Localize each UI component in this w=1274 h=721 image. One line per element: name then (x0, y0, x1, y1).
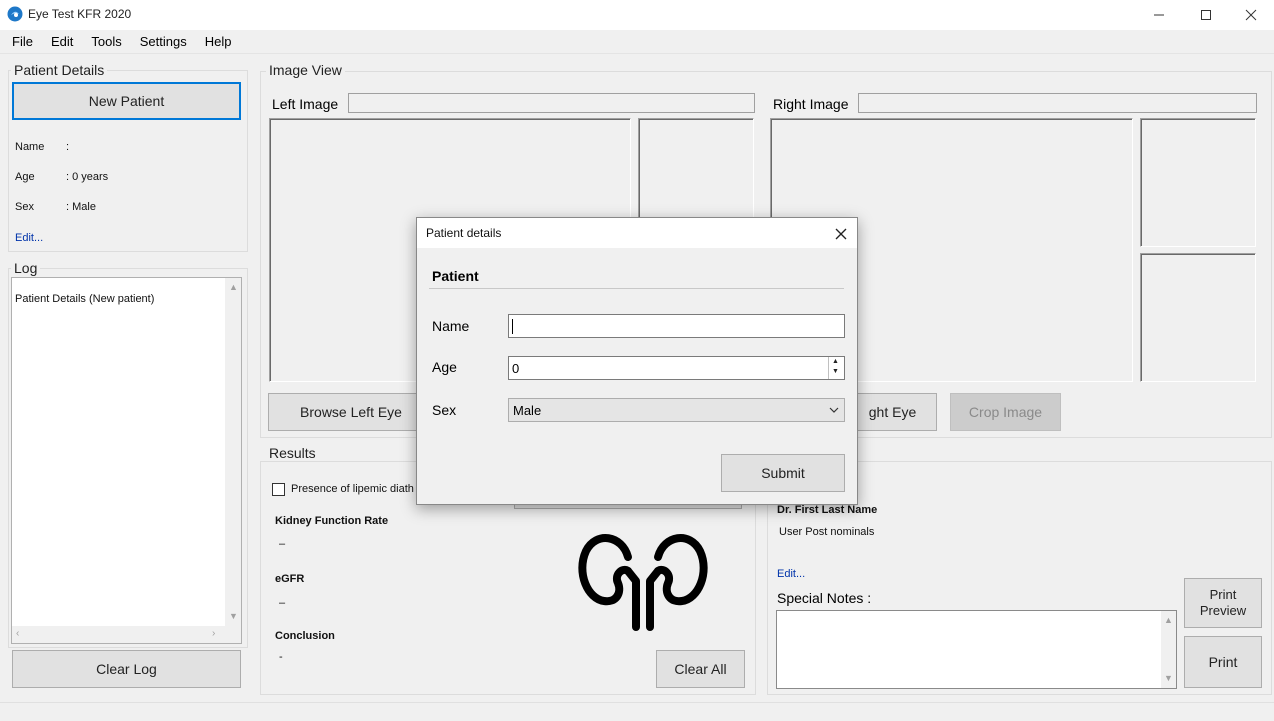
patient-edit-link[interactable]: Edit... (15, 232, 43, 244)
left-image-label: Left Image (272, 96, 339, 112)
age-label: Age (15, 171, 35, 183)
title-bar: Eye Test KFR 2020 (0, 0, 1274, 30)
sex-value: : Male (66, 201, 96, 213)
right-image-path[interactable] (858, 93, 1257, 113)
image-view-title: Image View (266, 62, 345, 78)
browse-right-eye-label: ght Eye (868, 404, 917, 420)
app-icon (7, 6, 23, 22)
left-image-path[interactable] (348, 93, 755, 113)
print-preview-button[interactable]: Print Preview (1184, 578, 1262, 628)
egfr-value: – (279, 597, 286, 609)
log-vertical-scrollbar[interactable]: ▲ ▼ (225, 278, 241, 626)
text-cursor (512, 318, 513, 334)
minimize-button[interactable] (1136, 0, 1182, 30)
notes-scroll-up-icon[interactable]: ▲ (1164, 615, 1173, 625)
dialog-close-icon (835, 228, 847, 240)
menu-file[interactable]: File (3, 34, 42, 49)
dialog-name-label: Name (432, 318, 470, 334)
dialog-section-divider (429, 288, 844, 289)
right-image-thumb-bottom (1140, 253, 1256, 382)
results-title: Results (266, 445, 319, 461)
scroll-right-icon[interactable]: › (212, 628, 215, 639)
sex-label: Sex (15, 201, 34, 213)
dialog-close-button[interactable] (829, 225, 853, 243)
patient-details-dialog: Patient details Patient Name Age 0 ▲ ▼ S… (416, 217, 858, 505)
dialog-submit-button[interactable]: Submit (721, 454, 845, 492)
doctor-post-nominals: User Post nominals (779, 526, 875, 538)
status-bar (0, 702, 1274, 721)
scroll-down-icon[interactable]: ▼ (229, 611, 238, 621)
dialog-name-input[interactable] (508, 314, 845, 338)
dialog-title-bar: Patient details (417, 218, 857, 248)
print-button[interactable]: Print (1184, 636, 1262, 688)
age-spin-buttons[interactable]: ▲ ▼ (828, 357, 844, 379)
dialog-section-title: Patient (432, 268, 479, 284)
scroll-left-icon[interactable]: ‹ (16, 628, 19, 639)
conclusion-label: Conclusion (275, 630, 335, 642)
special-notes-textarea[interactable]: ▲ ▼ (776, 610, 1177, 689)
dialog-title: Patient details (426, 226, 502, 240)
log-listbox[interactable]: Patient Details (New patient) ▲ ▼ ‹ › (11, 277, 242, 644)
notes-scroll-down-icon[interactable]: ▼ (1164, 673, 1173, 683)
clear-log-button[interactable]: Clear Log (12, 650, 241, 688)
patient-details-title: Patient Details (11, 62, 108, 78)
crop-image-button[interactable]: Crop Image (950, 393, 1061, 431)
menu-help[interactable]: Help (196, 34, 241, 49)
notes-scrollbar[interactable]: ▲ ▼ (1161, 611, 1176, 688)
window-title: Eye Test KFR 2020 (28, 7, 132, 21)
close-icon (1245, 9, 1257, 21)
log-horizontal-scrollbar[interactable]: ‹ › (12, 626, 241, 643)
log-entry: Patient Details (New patient) (15, 293, 155, 305)
right-image-thumb-top (1140, 118, 1256, 247)
new-patient-button[interactable]: New Patient (12, 82, 241, 120)
dialog-age-value: 0 (512, 360, 520, 376)
lipemic-checkbox[interactable] (272, 483, 285, 496)
spin-up-icon[interactable]: ▲ (832, 358, 839, 365)
kidney-rate-value: – (279, 538, 286, 550)
dialog-sex-label: Sex (432, 402, 457, 418)
dialog-age-stepper[interactable]: 0 ▲ ▼ (508, 356, 845, 380)
dialog-sex-value: Male (513, 402, 542, 418)
minimize-icon (1154, 14, 1164, 16)
clear-all-button[interactable]: Clear All (656, 650, 745, 688)
menu-tools[interactable]: Tools (82, 34, 130, 49)
chevron-down-icon (829, 407, 839, 413)
menu-bar: File Edit Tools Settings Help (0, 30, 1274, 54)
spin-down-icon[interactable]: ▼ (832, 368, 839, 375)
right-image-label: Right Image (773, 96, 849, 112)
menu-edit[interactable]: Edit (42, 34, 82, 49)
name-value: : (66, 141, 70, 153)
special-notes-label: Special Notes : (777, 590, 872, 606)
name-label: Name (15, 141, 45, 153)
age-value: : 0 years (66, 171, 109, 183)
maximize-button[interactable] (1183, 0, 1229, 30)
doctor-edit-link[interactable]: Edit... (777, 568, 805, 580)
kidney-icon (578, 527, 708, 633)
kidney-rate-label: Kidney Function Rate (275, 515, 389, 527)
maximize-icon (1201, 10, 1211, 20)
scroll-up-icon[interactable]: ▲ (229, 282, 238, 292)
egfr-label: eGFR (275, 573, 305, 585)
dialog-sex-select[interactable]: Male (508, 398, 845, 422)
log-title: Log (11, 260, 41, 276)
browse-left-eye-button[interactable]: Browse Left Eye (268, 393, 434, 431)
dialog-age-label: Age (432, 359, 457, 375)
conclusion-value: - (279, 651, 283, 663)
lipemic-label: Presence of lipemic diath (291, 483, 414, 495)
menu-settings[interactable]: Settings (131, 34, 196, 49)
close-button[interactable] (1228, 0, 1274, 30)
doctor-name: Dr. First Last Name (777, 504, 878, 516)
